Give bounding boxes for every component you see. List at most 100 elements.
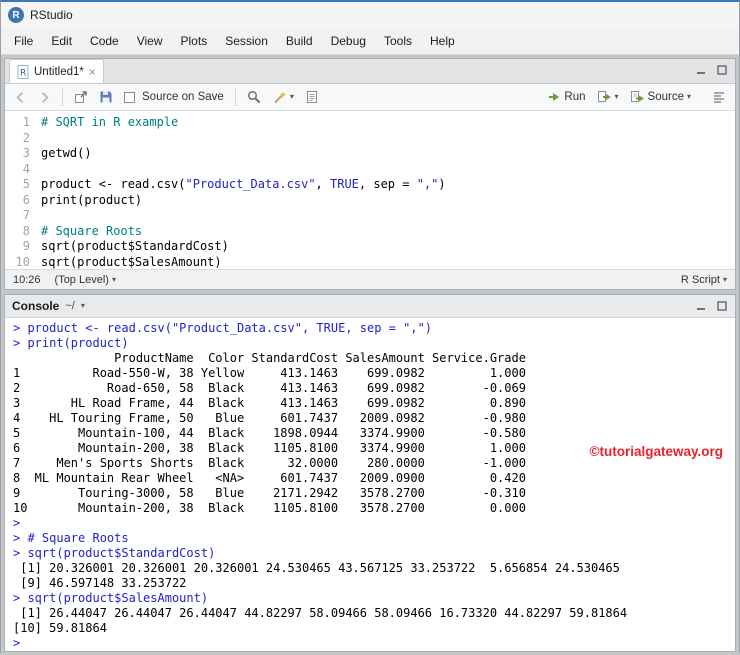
back-button[interactable] [10,89,31,106]
rerun-button[interactable]: ▾ [593,88,623,106]
console-body[interactable]: > product <- read.csv("Product_Data.csv"… [5,318,735,651]
code-token: sqrt(product$SalesAmount) [41,254,222,269]
working-directory[interactable]: ~/ [65,300,74,312]
save-button[interactable] [95,88,117,106]
code-token: TRUE [330,177,359,191]
line-number: 6 [22,192,30,207]
code-line[interactable]: 2 [5,131,735,147]
chevron-down-icon: ▾ [686,92,691,101]
line-number: 3 [22,146,30,160]
chevron-down-icon[interactable]: ▾ [81,302,85,310]
popout-window-button[interactable] [70,88,92,106]
line-number: 9 [22,239,30,253]
code-token: product <- read.csv( [41,177,186,191]
code-text: # Square Roots [41,224,142,240]
tab-label: Untitled1* [34,65,84,78]
file-type-selector[interactable]: R Script ▾ [681,274,727,286]
code-text: sqrt(product$SalesAmount) [41,255,222,270]
code-line[interactable]: 10 sqrt(product$SalesAmount) [5,255,735,270]
console-line: > print(product) [13,336,129,350]
source-pane-controls [694,63,729,77]
menu-item-code[interactable]: Code [81,28,128,54]
menu-item-tools[interactable]: Tools [375,28,421,54]
code-tools-wand-button[interactable]: ▾ [268,88,298,106]
watermark: ©tutorialgateway.org [589,444,723,459]
run-button[interactable]: Run [543,88,589,106]
source-toolbar: Source on Save ▾ Run ▾ Source ▾ [5,84,735,111]
menu-item-view[interactable]: View [128,28,172,54]
code-token: "Product_Data.csv" [185,177,316,191]
cursor-position: 10:26 [13,273,41,286]
chevron-down-icon: ▾ [289,92,294,101]
toolbar-separator [62,88,63,106]
code-token: , [315,177,330,191]
r-script-file-icon: R [17,64,29,79]
menu-item-build[interactable]: Build [277,28,322,54]
code-line[interactable]: 5 product <- read.csv("Product_Data.csv",… [5,177,735,193]
code-token: print(product) [41,192,143,207]
code-line[interactable]: 9 sqrt(product$StandardCost) [5,239,735,255]
code-token: , sep = [358,177,417,191]
console-line: 9 Touring-3000, 58 Blue 2171.2942 3578.2… [13,486,526,500]
rstudio-window: R RStudio File Edit Code View Plots Session Bu… [0,0,740,655]
maximize-pane-icon[interactable] [715,63,729,77]
code-token: # Square Roots [41,223,143,238]
scope-label: (Top Level) [54,273,109,286]
minimize-pane-icon[interactable] [694,299,708,313]
tab-untitled1[interactable]: R Untitled1* × [9,59,104,83]
console-line: 2 Road-650, 58 Black 413.1463 699.0982 -… [13,381,526,395]
console-line: 8 ML Mountain Rear Wheel <NA> 601.7437 2… [13,471,526,485]
line-number: 1 [22,115,30,129]
code-token: getwd() [41,146,92,160]
menu-item-file[interactable]: File [5,28,42,54]
menu-bar: File Edit Code View Plots Session Build Debug To… [1,28,739,55]
forward-button[interactable] [34,89,55,106]
chevron-down-icon: ▾ [111,274,116,284]
code-line[interactable]: 1 # SQRT in R example [5,115,735,131]
checkbox-icon[interactable] [124,91,135,103]
code-line[interactable]: 6 print(product) [5,193,735,209]
code-text: product <- read.csv("Product_Data.csv" , … [41,177,446,193]
code-token: # SQRT in R example [41,115,179,129]
line-number: 8 [22,223,30,238]
console-line: > sqrt(product$StandardCost) [13,546,216,560]
source-on-save-checkbox[interactable]: Source on Save [120,89,228,105]
code-line[interactable]: 7 [5,208,735,224]
find-replace-button[interactable] [243,88,265,106]
code-editor[interactable]: 1 # SQRT in R example 2 3 getwd() 4 5 product… [5,111,735,269]
compile-report-button[interactable] [301,88,323,106]
minimize-pane-icon[interactable] [694,63,708,77]
title-bar: R RStudio [1,2,739,28]
scope-selector[interactable]: (Top Level) ▾ [55,274,116,286]
window-title: RStudio [30,8,73,22]
chevron-down-icon: ▾ [614,92,619,101]
code-text: sqrt(product$StandardCost) [41,239,229,255]
console-line: 1 Road-550-W, 38 Yellow 413.1463 699.098… [13,366,526,380]
console-line: 5 Mountain-100, 44 Black 1898.0944 3374.… [13,426,526,440]
menu-item-edit[interactable]: Edit [42,28,81,54]
run-label: Run [564,91,586,103]
line-number: 5 [22,177,30,191]
code-line[interactable]: 3 getwd() [5,146,735,162]
menu-item-plots[interactable]: Plots [172,28,217,54]
menu-item-debug[interactable]: Debug [322,28,375,54]
tab-close-icon[interactable]: × [89,66,96,78]
source-label: Source [647,91,684,103]
menu-item-session[interactable]: Session [216,28,277,54]
console-line: 4 HL Touring Frame, 50 Blue 601.7437 200… [13,411,526,425]
source-button[interactable]: Source ▾ [626,88,695,106]
menu-item-help[interactable]: Help [421,28,464,54]
console-line: [1] 26.44047 26.44047 26.44047 44.82297 … [13,606,628,620]
console-line: > product <- read.csv("Product_Data.csv"… [13,321,433,335]
line-number: 4 [22,161,30,176]
chevron-down-icon: ▾ [722,274,727,284]
source-pane: R Untitled1* × Source on Save ▾ Run ▾ So… [4,58,736,290]
maximize-pane-icon[interactable] [715,299,729,313]
console-line: 3 HL Road Frame, 44 Black 413.1463 699.0… [13,396,526,410]
code-line[interactable]: 8 # Square Roots [5,224,735,240]
document-outline-button[interactable] [708,88,730,106]
line-number: 10 [15,254,30,269]
code-line[interactable]: 4 [5,162,735,178]
editor-lines: 1 # SQRT in R example 2 3 getwd() 4 5 product… [5,115,735,269]
